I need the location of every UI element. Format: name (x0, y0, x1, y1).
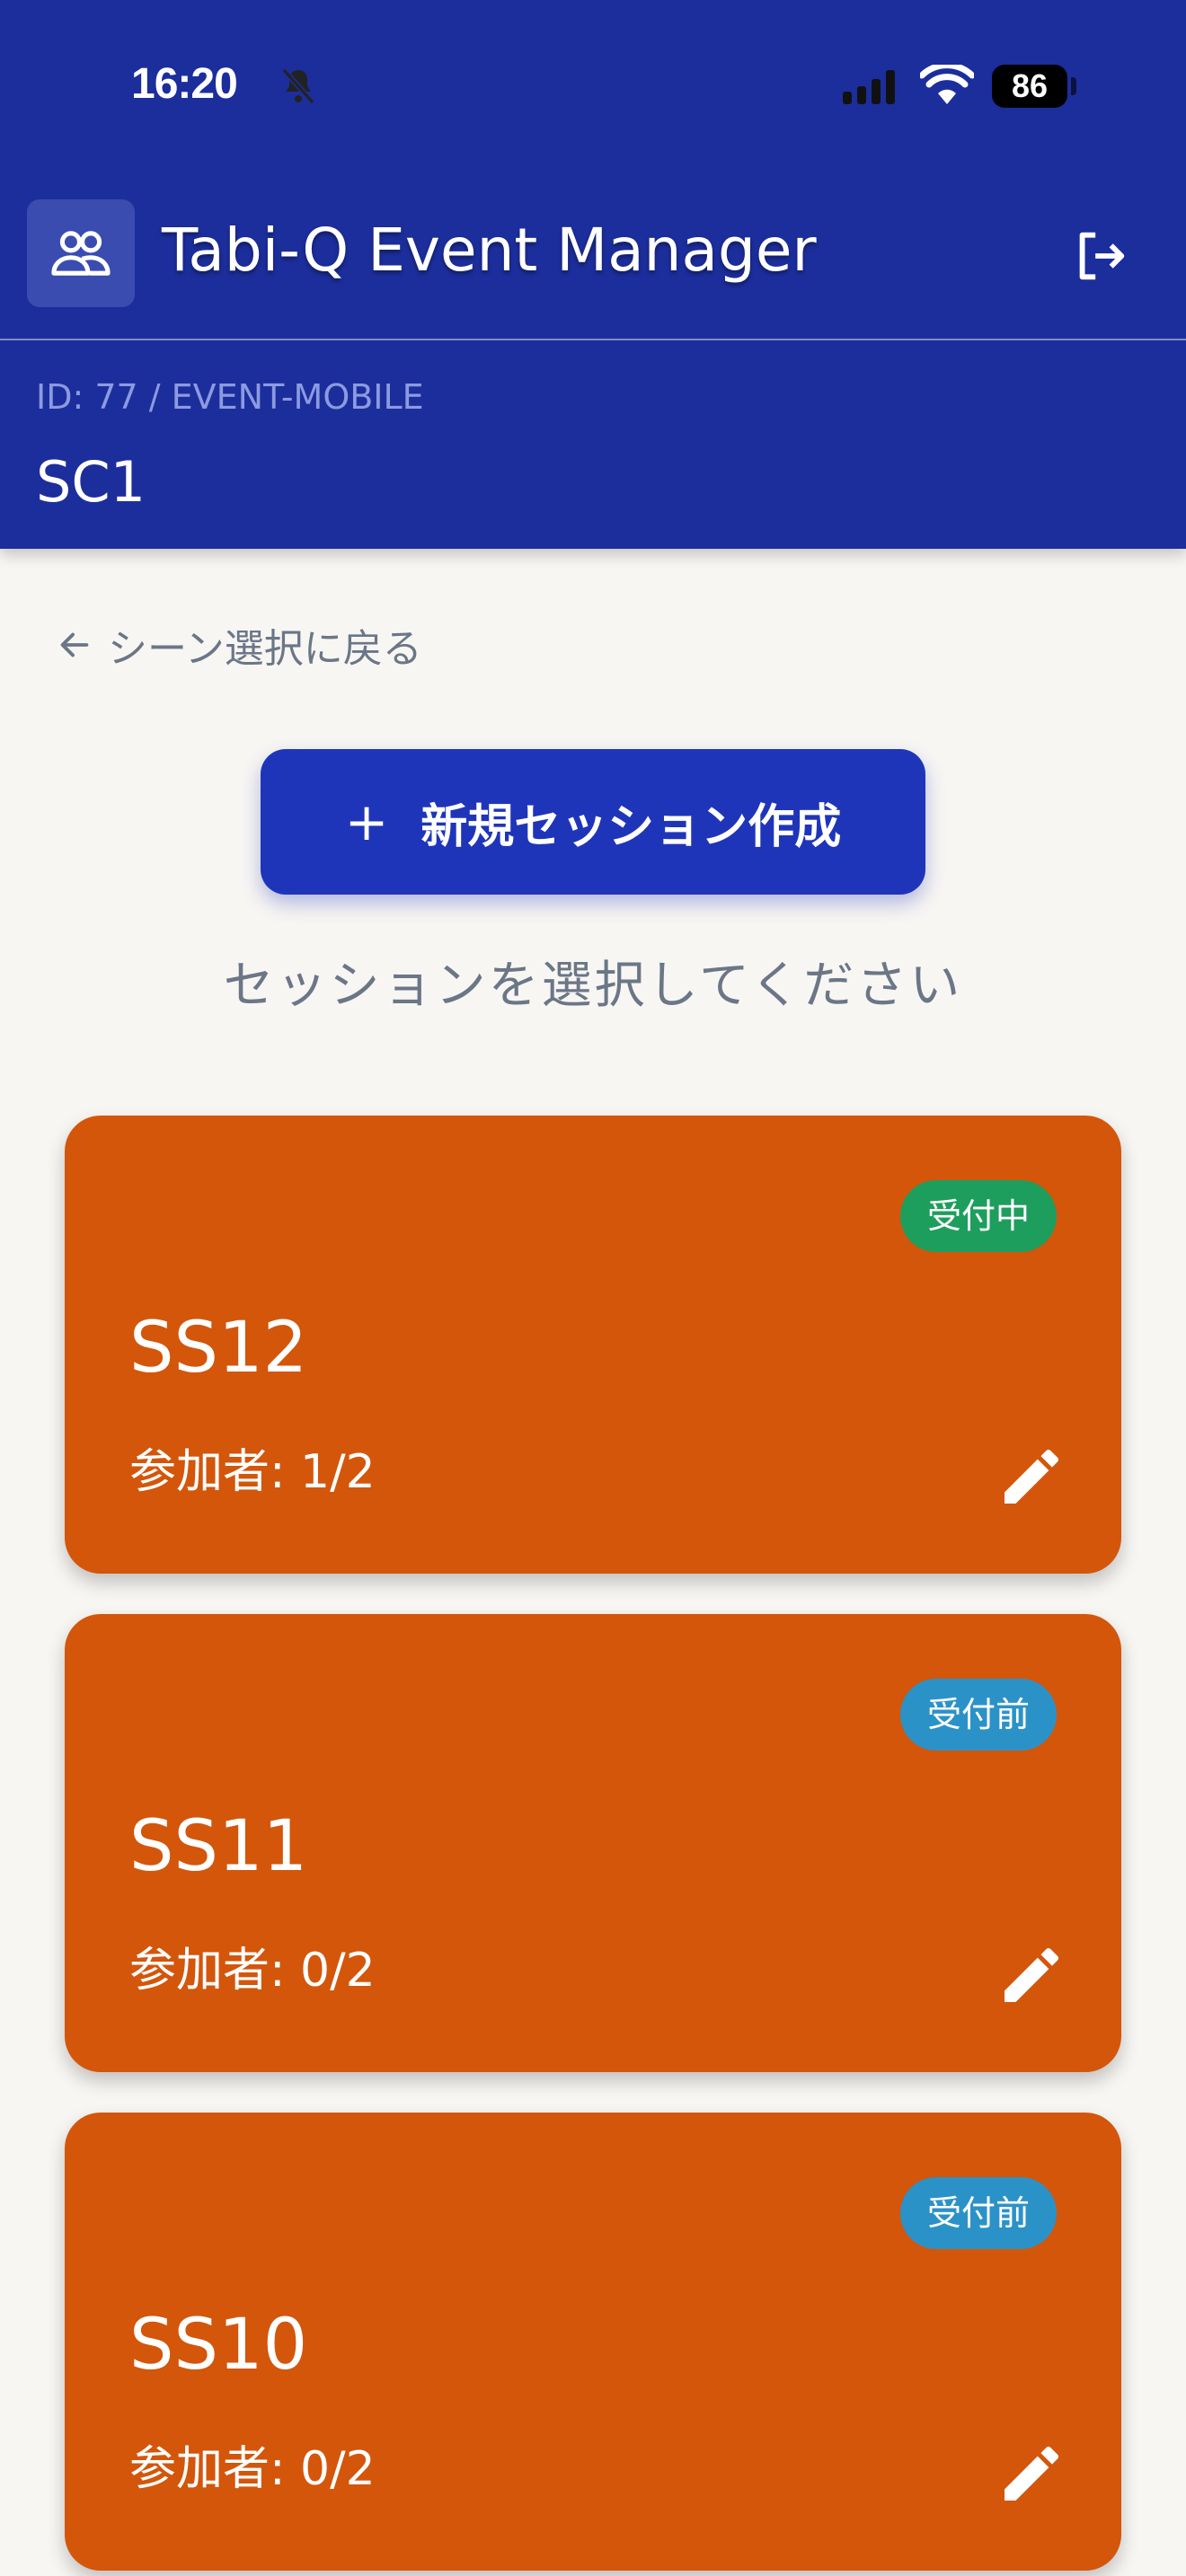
battery-icon: 86 (992, 65, 1067, 108)
session-name: SS10 (129, 2305, 308, 2386)
participant-count: 参加者: 1/2 (129, 1445, 376, 1499)
new-session-button[interactable]: + 新規セッション作成 (261, 749, 925, 895)
back-to-scene-link[interactable]: シーン選択に戻る (54, 616, 422, 674)
bell-slash-icon (281, 68, 315, 104)
battery-tip (1071, 77, 1076, 95)
edit-pencil-icon[interactable] (996, 1441, 1067, 1513)
scene-name: SC1 (36, 449, 146, 515)
back-link-label: シーン選択に戻る (108, 626, 422, 672)
edit-pencil-icon[interactable] (996, 1939, 1067, 2011)
logout-icon[interactable] (1069, 225, 1132, 287)
status-badge: 受付前 (899, 2177, 1057, 2249)
arrow-left-icon (60, 632, 89, 657)
plus-icon: + (344, 791, 389, 852)
session-card[interactable]: 受付前 SS10 参加者: 0/2 (65, 2113, 1121, 2571)
new-session-label: 新規セッション作成 (420, 799, 842, 854)
select-session-prompt: セッションを選択してください (223, 957, 963, 1015)
app-title: Tabi-Q Event Manager (162, 216, 817, 285)
app-header: 16:20 86 Tabi-Q Event Manager ID: 77 / E… (0, 0, 1186, 549)
session-card[interactable]: 受付中 SS12 参加者: 1/2 (65, 1116, 1121, 1574)
participant-count: 参加者: 0/2 (129, 2442, 376, 2496)
status-time: 16:20 (131, 60, 238, 108)
header-divider (0, 339, 1186, 340)
status-badge: 受付前 (899, 1679, 1057, 1751)
users-icon (51, 231, 111, 276)
event-id: ID: 77 / EVENT-MOBILE (36, 377, 424, 417)
status-badge: 受付中 (899, 1180, 1057, 1252)
participant-count: 参加者: 0/2 (129, 1944, 376, 1998)
app-logo (27, 199, 135, 307)
session-name: SS12 (129, 1308, 308, 1389)
session-name: SS11 (129, 1806, 308, 1887)
edit-pencil-icon[interactable] (996, 2438, 1067, 2510)
signal-icon (843, 70, 895, 104)
wifi-icon (920, 65, 974, 104)
session-card[interactable]: 受付前 SS11 参加者: 0/2 (65, 1614, 1121, 2072)
